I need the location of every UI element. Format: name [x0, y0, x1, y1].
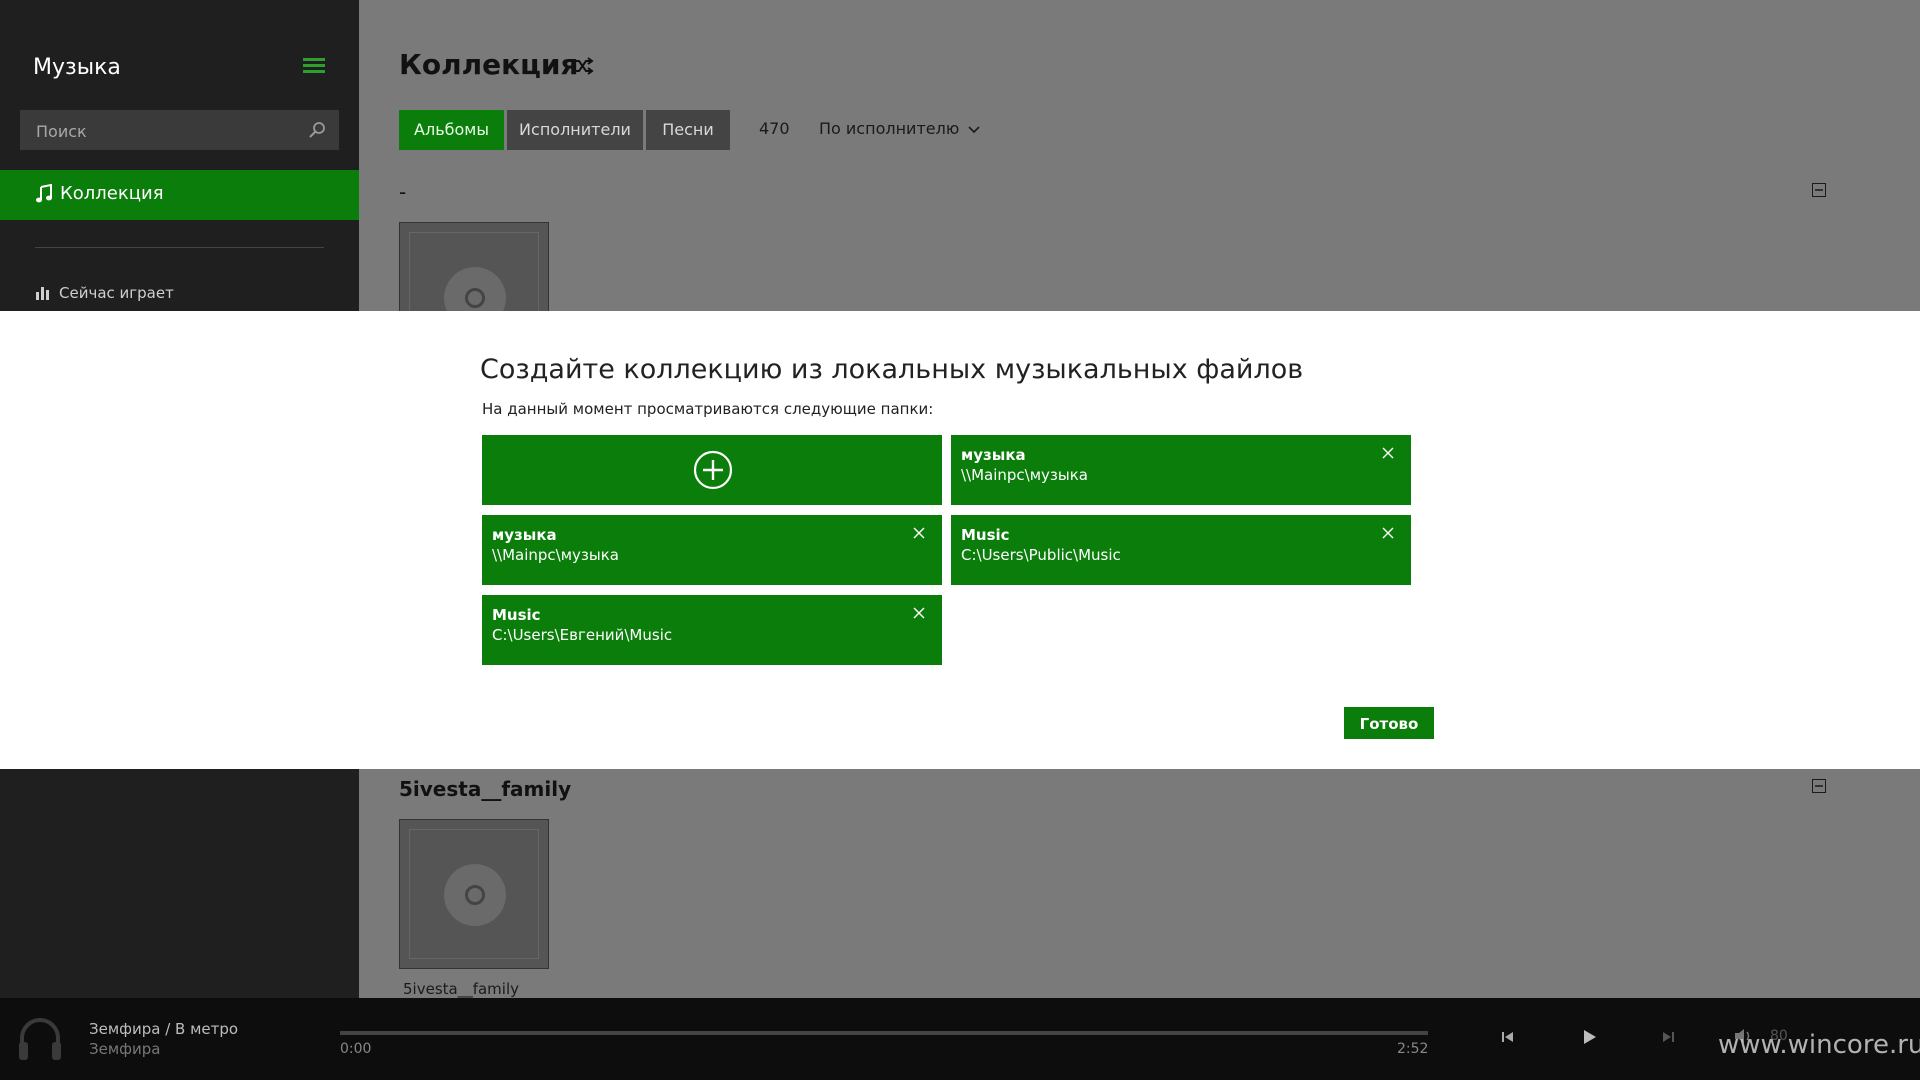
folder-tile[interactable]: Music C:\Users\Евгений\Music — [482, 595, 942, 665]
equalizer-icon — [36, 287, 49, 300]
music-note-icon — [36, 184, 52, 203]
close-icon[interactable] — [913, 527, 925, 539]
app-title: Музыка — [33, 55, 121, 80]
done-button[interactable]: Готово — [1344, 707, 1434, 739]
headphones-icon — [19, 1018, 61, 1060]
folder-tile[interactable]: музыка \\Mainpc\музыка — [951, 435, 1411, 505]
time-current: 0:00 — [340, 1041, 372, 1057]
add-folder-button[interactable] — [482, 435, 942, 505]
search-box — [20, 110, 339, 152]
disc-icon — [444, 864, 506, 926]
folder-path: \\Mainpc\музыка — [961, 466, 1089, 484]
close-icon[interactable] — [913, 607, 925, 619]
watermark: www.wincore.ru — [1718, 1030, 1920, 1060]
item-count: 470 — [759, 119, 790, 138]
progress-bar[interactable] — [340, 1031, 1428, 1035]
collapse-icon[interactable] — [1812, 183, 1826, 197]
sidebar-divider — [35, 247, 324, 248]
dialog-title: Создайте коллекцию из локальных музыкаль… — [480, 354, 1304, 385]
folder-name: Music — [492, 606, 541, 624]
tab-artists[interactable]: Исполнители — [507, 110, 643, 150]
add-folders-dialog: Создайте коллекцию из локальных музыкаль… — [0, 311, 1920, 769]
album-tile[interactable] — [399, 819, 549, 969]
group-header: 5ivesta__family — [399, 777, 572, 801]
folder-path: C:\Users\Public\Music — [961, 546, 1121, 564]
dialog-subtitle: На данный момент просматриваются следующ… — [482, 400, 934, 418]
folder-path: C:\Users\Евгений\Music — [492, 626, 673, 644]
sidebar-item-collection[interactable]: Коллекция — [0, 170, 359, 220]
previous-track-icon[interactable] — [1498, 1028, 1518, 1046]
folder-path: \\Mainpc\музыка — [492, 546, 620, 564]
album-title[interactable]: 5ivesta__family — [403, 980, 519, 998]
sidebar-item-label: Коллекция — [60, 183, 164, 204]
track-artist: Земфира — [89, 1040, 161, 1058]
hamburger-menu-icon[interactable] — [303, 58, 325, 74]
sidebar-item-label: Сейчас играет — [59, 284, 174, 302]
close-icon[interactable] — [1382, 527, 1394, 539]
collapse-icon[interactable] — [1812, 779, 1826, 793]
add-circle-icon — [693, 450, 733, 490]
tab-songs[interactable]: Песни — [646, 110, 730, 150]
time-total: 2:52 — [1397, 1041, 1429, 1057]
search-icon[interactable] — [307, 120, 327, 140]
folder-tile[interactable]: Music C:\Users\Public\Music — [951, 515, 1411, 585]
sort-dropdown-label: По исполнителю — [819, 119, 960, 138]
track-title: Земфира / В метро — [89, 1020, 239, 1038]
folder-tile[interactable]: музыка \\Mainpc\музыка — [482, 515, 942, 585]
group-header: - — [399, 180, 407, 204]
play-icon[interactable] — [1578, 1026, 1600, 1048]
folder-name: Music — [961, 526, 1010, 544]
chevron-down-icon — [968, 126, 980, 134]
folder-name: музыка — [492, 526, 557, 544]
close-icon[interactable] — [1382, 447, 1394, 459]
sort-dropdown[interactable]: По исполнителю — [819, 119, 980, 138]
page-title: Коллекция — [399, 48, 579, 81]
sidebar-item-now-playing[interactable]: Сейчас играет — [35, 283, 335, 307]
folder-name: музыка — [961, 446, 1026, 464]
album-art-placeholder — [409, 829, 539, 959]
player-bar: Земфира / В метро Земфира 0:00 2:52 80 w… — [0, 998, 1920, 1080]
next-track-icon[interactable] — [1658, 1028, 1678, 1046]
shuffle-icon[interactable] — [572, 56, 594, 76]
tab-albums[interactable]: Альбомы — [399, 110, 504, 150]
search-input[interactable] — [34, 110, 298, 152]
